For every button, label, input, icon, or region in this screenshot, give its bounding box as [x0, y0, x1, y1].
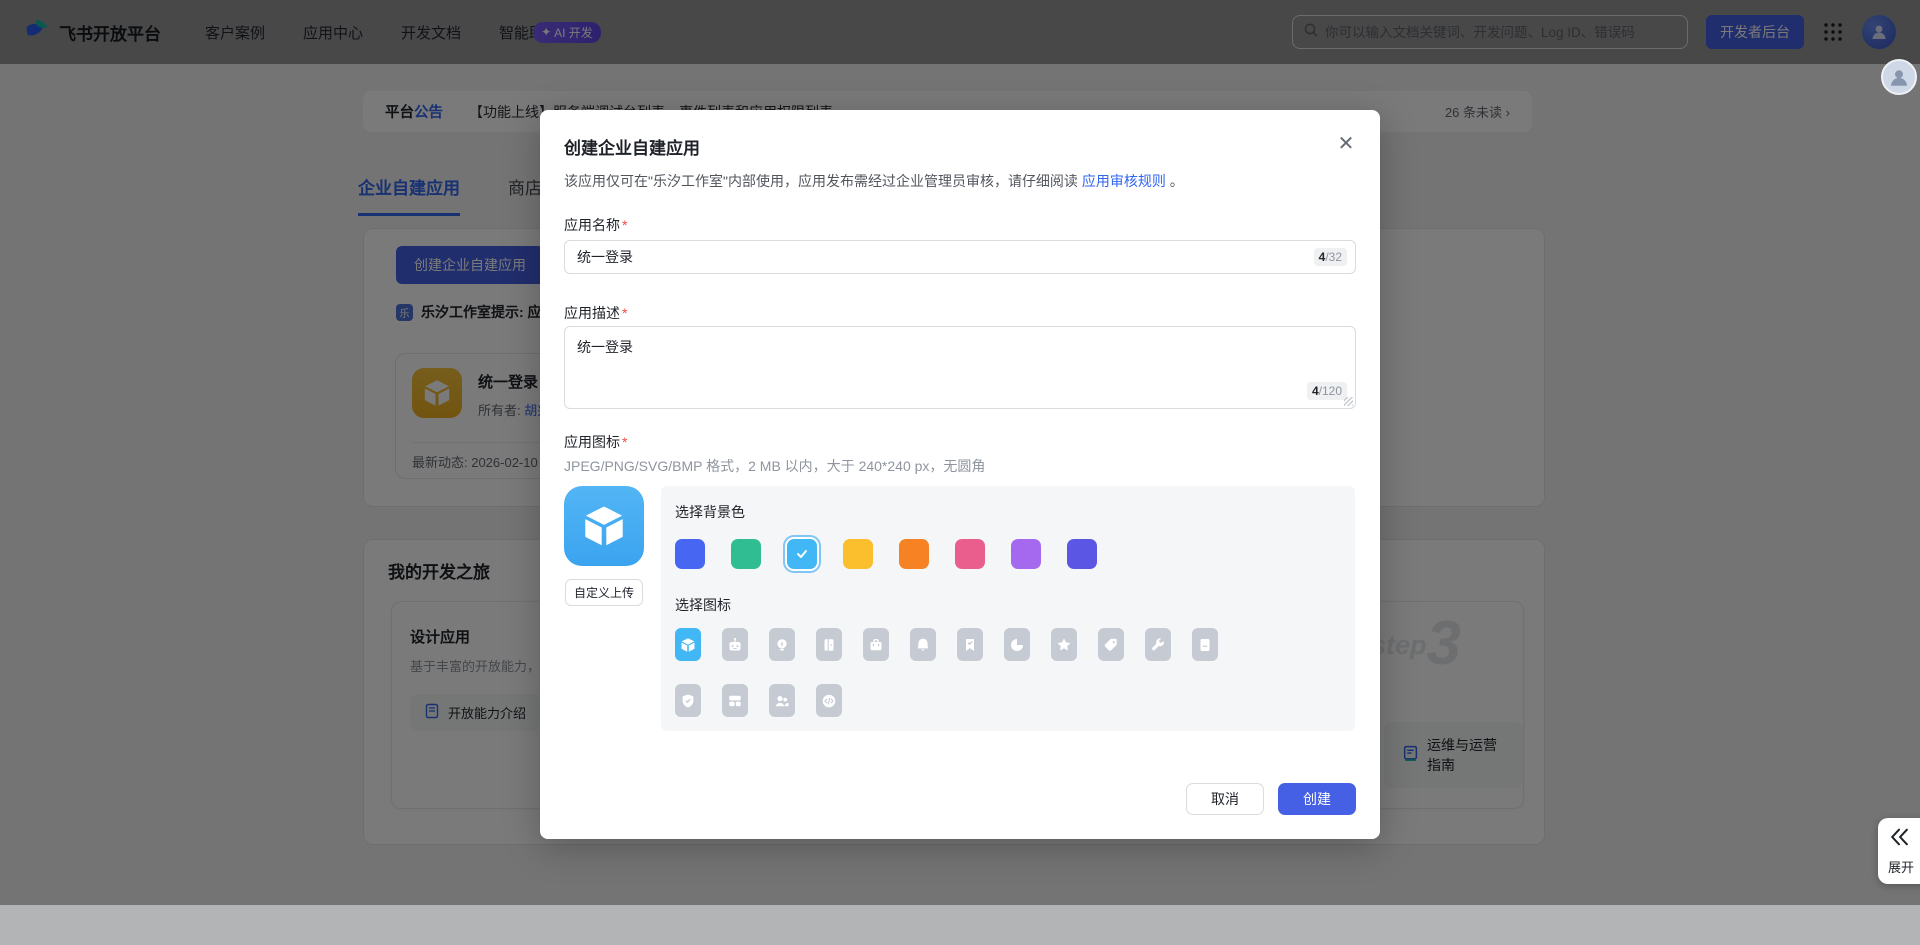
resize-grip[interactable] [1344, 397, 1353, 406]
bg-color-swatch-4[interactable] [899, 539, 929, 569]
app-name-input[interactable] [577, 249, 1314, 265]
bg-color-swatch-0[interactable] [675, 539, 705, 569]
icon-option-wrench-icon[interactable] [1145, 628, 1171, 661]
icon-option-bookmark-icon[interactable] [957, 628, 983, 661]
icon-select-label: 选择图标 [675, 595, 1341, 615]
app-name-field: 4/32 [564, 240, 1356, 274]
bg-color-swatch-5[interactable] [955, 539, 985, 569]
check-icon [787, 539, 817, 569]
cancel-button[interactable]: 取消 [1186, 783, 1264, 815]
desc-field-label: 应用描述* [564, 303, 627, 323]
icon-option-book-icon[interactable] [816, 628, 842, 661]
icon-option-doc-icon[interactable] [1192, 628, 1218, 661]
bg-color-swatch-3[interactable] [843, 539, 873, 569]
icon-option-layout-icon[interactable] [722, 684, 748, 717]
review-rules-link[interactable]: 应用审核规则 [1082, 173, 1166, 189]
icon-format-hint: JPEG/PNG/SVG/BMP 格式，2 MB 以内，大于 240*240 p… [564, 456, 985, 476]
bg-color-row [675, 539, 1341, 569]
icon-field-label: 应用图标* [564, 432, 627, 452]
create-button[interactable]: 创建 [1278, 783, 1356, 815]
page-bottom-strip [0, 905, 1920, 945]
expand-label: 展开 [1888, 857, 1920, 876]
icon-option-code-icon[interactable] [816, 684, 842, 717]
double-chevron-left-icon [1888, 833, 1910, 850]
desc-counter: 4/120 [1307, 382, 1347, 400]
icon-picker-panel: 选择背景色 选择图标 [661, 486, 1355, 731]
bg-color-swatch-1[interactable] [731, 539, 761, 569]
bg-color-swatch-6[interactable] [1011, 539, 1041, 569]
icon-option-robot-icon[interactable] [722, 628, 748, 661]
floating-avatar[interactable] [1881, 59, 1917, 95]
icon-option-bulb-icon[interactable] [769, 628, 795, 661]
app-desc-textarea[interactable]: 统一登录 4/120 [564, 326, 1356, 409]
icon-option-users-icon[interactable] [769, 684, 795, 717]
modal-description: 该应用仅可在"乐汐工作室"内部使用，应用发布需经过企业管理员审核，请仔细阅读 应… [564, 171, 1356, 191]
icon-grid [675, 628, 1341, 717]
app-icon-preview [564, 486, 644, 566]
expand-sidebar-widget[interactable]: 展开 [1878, 818, 1920, 884]
bg-color-label: 选择背景色 [675, 502, 1341, 522]
icon-option-pie-icon[interactable] [1004, 628, 1030, 661]
page: 飞书开放平台 客户案例应用中心开发文档智能助手 ✦ AI 开发 开发者后台 [0, 0, 1920, 945]
icon-option-bell-icon[interactable] [910, 628, 936, 661]
modal-title: 创建企业自建应用 [564, 134, 1356, 159]
app-desc-value: 统一登录 [577, 337, 1343, 357]
icon-option-shield-icon[interactable] [675, 684, 701, 717]
icon-option-star-icon[interactable] [1051, 628, 1077, 661]
icon-option-cube-icon[interactable] [675, 628, 701, 661]
bg-color-swatch-7[interactable] [1067, 539, 1097, 569]
modal-footer: 取消 创建 [1186, 783, 1356, 815]
icon-option-briefcase-icon[interactable] [863, 628, 889, 661]
close-icon[interactable]: ✕ [1334, 132, 1358, 156]
custom-upload-button[interactable]: 自定义上传 [565, 579, 643, 606]
icon-option-tag-icon[interactable] [1098, 628, 1124, 661]
create-app-modal: 创建企业自建应用 ✕ 该应用仅可在"乐汐工作室"内部使用，应用发布需经过企业管理… [540, 110, 1380, 839]
bg-color-swatch-2[interactable] [787, 539, 817, 569]
name-field-label: 应用名称* [564, 215, 627, 235]
name-counter: 4/32 [1314, 248, 1347, 266]
